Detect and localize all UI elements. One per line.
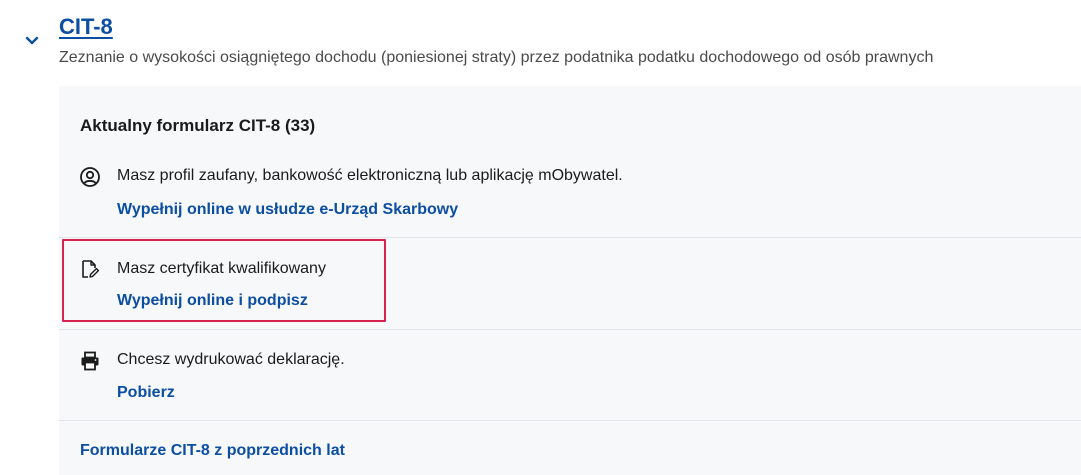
printer-icon [79,350,101,372]
divider [59,420,1081,421]
divider [59,237,1081,238]
option-print-text: Chcesz wydrukować deklarację. [117,351,345,368]
panel-heading: Aktualny formularz CIT-8 (33) [80,116,316,135]
form-description: Zeznanie o wysokości osiągniętego dochod… [59,49,934,66]
download-link[interactable]: Pobierz [117,383,175,403]
divider [59,329,1081,330]
user-profile-icon [79,166,101,188]
option-profile-text: Masz profil zaufany, bankowość elektroni… [117,167,623,184]
highlight-box [62,239,386,322]
chevron-down-icon[interactable] [24,34,40,48]
form-title-link[interactable]: CIT-8 [59,13,113,41]
fill-online-e-urzad-link[interactable]: Wypełnij online w usłudze e-Urząd Skarbo… [117,200,458,220]
previous-years-forms-link[interactable]: Formularze CIT-8 z poprzednich lat [80,441,345,461]
